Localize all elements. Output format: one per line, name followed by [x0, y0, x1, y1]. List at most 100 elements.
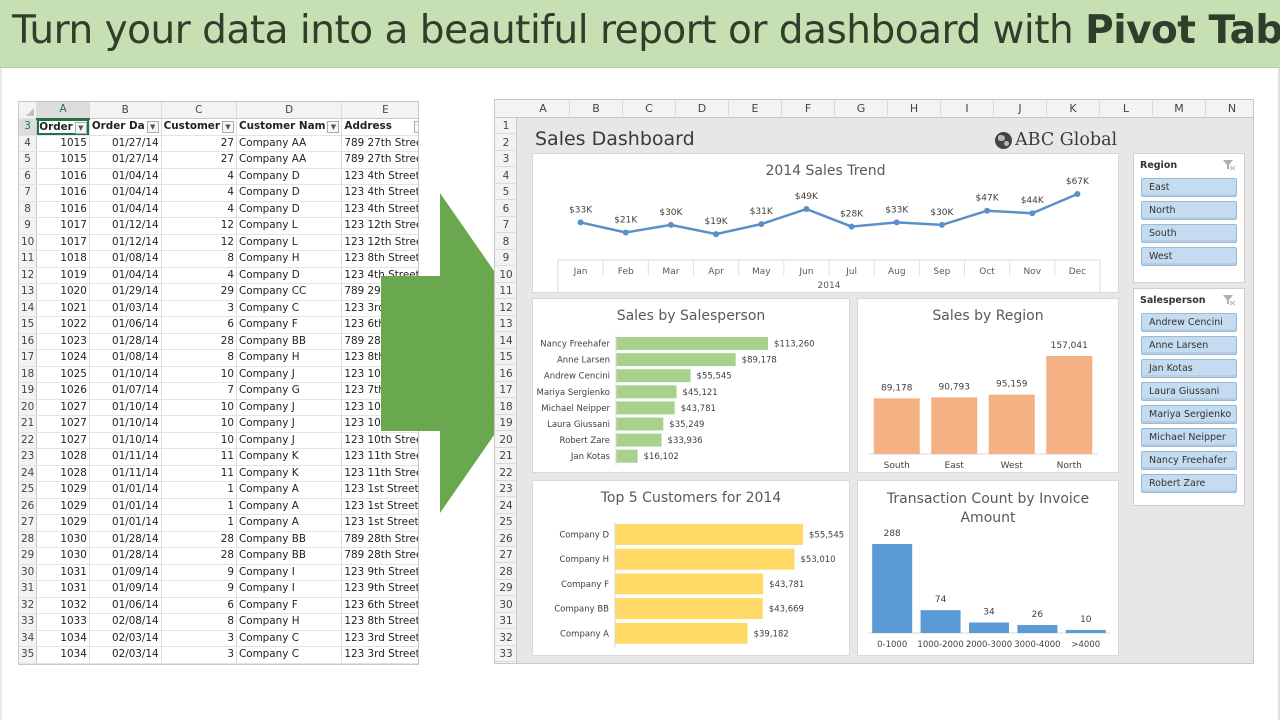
cell-order[interactable]: 1030	[36, 547, 90, 565]
sales-by-region-chart[interactable]: Sales by Region 89,178 South 90,793 East 95,…	[857, 298, 1119, 473]
cell-customer-name[interactable]: Company C	[236, 646, 343, 664]
dashboard-column-header[interactable]: N	[1206, 100, 1253, 118]
dashboard-row-header[interactable]: 10	[495, 267, 517, 283]
dashboard-row-header[interactable]: 22	[495, 465, 517, 481]
cell-customer[interactable]: 12	[161, 234, 237, 251]
row-header[interactable]: 4	[19, 135, 38, 152]
dashboard-column-header[interactable]: I	[941, 100, 994, 118]
dashboard-row-header[interactable]: 3	[495, 151, 517, 168]
slicer-item-anne-larsen[interactable]: Anne Larsen	[1141, 336, 1237, 355]
select-all-corner[interactable]	[19, 102, 38, 119]
cell-address[interactable]: 789 27th Street	[341, 151, 418, 169]
cell-address[interactable]: 789 28th Street	[341, 547, 418, 565]
row-header[interactable]: 35	[19, 646, 38, 664]
slicer-item-michael-neipper[interactable]: Michael Neipper	[1141, 428, 1237, 447]
dashboard-column-header[interactable]: E	[729, 100, 782, 118]
slicer-item-mariya-sergienko[interactable]: Mariya Sergienko	[1141, 405, 1237, 424]
cell-customer-name[interactable]: Company G	[236, 382, 343, 400]
filter-dropdown-icon[interactable]: ▼	[146, 121, 159, 133]
row-header[interactable]: 25	[19, 481, 38, 499]
dashboard-row-header[interactable]: 29	[495, 580, 517, 597]
row-header[interactable]: 12	[19, 267, 38, 284]
header-cell-order[interactable]: Order ▼	[36, 118, 90, 136]
cell-customer[interactable]: 27	[161, 135, 237, 152]
cell-order[interactable]: 1016	[36, 168, 90, 185]
cell-customer[interactable]: 11	[161, 465, 237, 482]
slicer-item-south[interactable]: South	[1141, 224, 1237, 243]
row-header[interactable]: 3	[19, 118, 38, 136]
row-header[interactable]: 27	[19, 514, 38, 532]
dashboard-row-header[interactable]: 23	[495, 481, 517, 498]
column-header-b[interactable]: B	[89, 102, 162, 119]
cell-order[interactable]: 1020	[36, 283, 90, 301]
dashboard-row-header[interactable]: 2	[495, 135, 517, 151]
transaction-count-chart[interactable]: Transaction Count by Invoice Amount 288 0-…	[857, 480, 1119, 656]
cell-customer-name[interactable]: Company C	[236, 630, 343, 647]
cell-customer[interactable]: 3	[161, 300, 237, 317]
cell-order[interactable]: 1024	[36, 349, 90, 367]
dashboard-row-header[interactable]: 32	[495, 630, 517, 646]
cell-order[interactable]: 1028	[36, 448, 90, 466]
cell-order-date[interactable]: 01/06/14	[89, 597, 162, 614]
cell-customer[interactable]: 9	[161, 580, 237, 598]
cell-order-date[interactable]: 01/10/14	[89, 399, 162, 416]
cell-customer-name[interactable]: Company L	[236, 217, 343, 235]
row-header[interactable]: 28	[19, 531, 38, 548]
row-header[interactable]: 26	[19, 498, 38, 515]
column-header-e[interactable]: E	[341, 102, 418, 119]
cell-customer[interactable]: 4	[161, 267, 237, 284]
slicer-item-andrew-cencini[interactable]: Andrew Cencini	[1141, 313, 1237, 332]
dashboard-column-header[interactable]: L	[1100, 100, 1153, 118]
dashboard-column-header[interactable]: D	[676, 100, 729, 118]
dashboard-column-header[interactable]: K	[1047, 100, 1100, 118]
cell-customer[interactable]: 4	[161, 168, 237, 185]
dashboard-column-header[interactable]: H	[888, 100, 941, 118]
cell-order-date[interactable]: 01/09/14	[89, 580, 162, 598]
cell-order[interactable]: 1027	[36, 399, 90, 416]
cell-customer[interactable]: 6	[161, 316, 237, 334]
cell-order[interactable]: 1031	[36, 564, 90, 581]
cell-customer-name[interactable]: Company BB	[236, 547, 343, 565]
row-header[interactable]: 5	[19, 151, 38, 169]
cell-order[interactable]: 1017	[36, 234, 90, 251]
cell-order[interactable]: 1021	[36, 300, 90, 317]
cell-customer-name[interactable]: Company I	[236, 564, 343, 581]
cell-address[interactable]: 789 28th Street	[341, 531, 418, 548]
row-header[interactable]: 31	[19, 580, 38, 598]
cell-address[interactable]: 123 3rd Street	[341, 630, 418, 647]
cell-order-date[interactable]: 01/10/14	[89, 432, 162, 449]
dashboard-row-header[interactable]: 4	[495, 168, 517, 184]
row-header[interactable]: 11	[19, 250, 38, 268]
cell-customer-name[interactable]: Company AA	[236, 151, 343, 169]
cell-order[interactable]: 1031	[36, 580, 90, 598]
row-header[interactable]: 29	[19, 547, 38, 565]
cell-order[interactable]: 1019	[36, 267, 90, 284]
cell-customer-name[interactable]: Company I	[236, 580, 343, 598]
cell-customer[interactable]: 29	[161, 283, 237, 301]
cell-customer[interactable]: 6	[161, 597, 237, 614]
cell-customer-name[interactable]: Company D	[236, 201, 343, 218]
header-cell-customer-name[interactable]: Customer Nam ▼	[236, 118, 343, 136]
cell-customer[interactable]: 10	[161, 366, 237, 383]
dashboard-column-header[interactable]: J	[994, 100, 1047, 118]
dashboard-row-header[interactable]: 19	[495, 415, 517, 432]
cell-order[interactable]: 1016	[36, 184, 90, 202]
slicer-item-east[interactable]: East	[1141, 178, 1237, 197]
dashboard-column-header[interactable]: G	[835, 100, 888, 118]
cell-order[interactable]: 1025	[36, 366, 90, 383]
cell-customer[interactable]: 7	[161, 382, 237, 400]
cell-customer[interactable]: 8	[161, 250, 237, 268]
dashboard-row-header[interactable]: 9	[495, 250, 517, 267]
dashboard-row-header[interactable]: 6	[495, 201, 517, 217]
cell-order[interactable]: 1026	[36, 382, 90, 400]
cell-customer[interactable]: 28	[161, 547, 237, 565]
cell-customer-name[interactable]: Company A	[236, 514, 343, 532]
dashboard-row-header[interactable]: 1	[495, 118, 517, 135]
cell-customer-name[interactable]: Company D	[236, 267, 343, 284]
cell-order-date[interactable]: 01/10/14	[89, 415, 162, 433]
dashboard-row-header[interactable]: 26	[495, 531, 517, 547]
row-header[interactable]: 33	[19, 613, 38, 631]
cell-order-date[interactable]: 01/01/14	[89, 514, 162, 532]
cell-address[interactable]: 123 3rd Street	[341, 646, 418, 664]
dashboard-column-header[interactable]: C	[623, 100, 676, 118]
